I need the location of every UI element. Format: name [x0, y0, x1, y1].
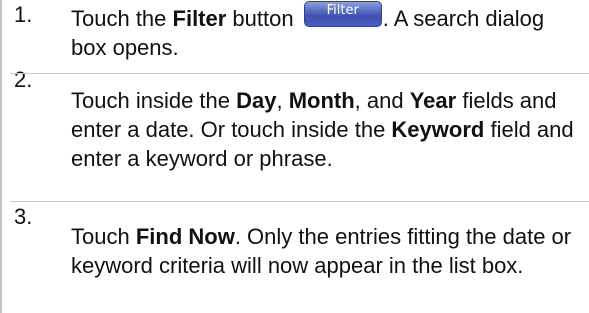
step-text: , and — [354, 88, 410, 113]
step-text: Touch inside the — [71, 88, 237, 113]
find-now-label: Find Now — [135, 224, 235, 249]
year-label: Year — [409, 88, 457, 113]
step-divider — [10, 73, 589, 74]
filter-button-image: Filter — [303, 1, 382, 27]
step-number: 3. — [14, 204, 33, 229]
step-text: button — [226, 6, 300, 31]
month-label: Month — [288, 88, 355, 113]
instruction-list: 1. Touch the Filter button Filter. A sea… — [0, 0, 589, 280]
step-number: 2. — [14, 67, 33, 92]
step-1: 1. Touch the Filter button Filter. A sea… — [0, 0, 589, 65]
step-divider — [10, 201, 589, 202]
day-label: Day — [236, 88, 277, 113]
keyword-label: Keyword — [391, 117, 485, 142]
filter-label: Filter — [172, 6, 227, 31]
step-3: 3. Touch Find Now. Only the entries fitt… — [0, 202, 589, 280]
step-text: , — [276, 88, 289, 113]
step-number: 1. — [14, 2, 33, 27]
step-2: 2. Touch inside the Day, Month, and Year… — [0, 65, 589, 202]
step-text: Touch the — [71, 6, 173, 31]
step-text: Touch — [71, 224, 136, 249]
filter-button-label: Filter — [326, 3, 359, 18]
